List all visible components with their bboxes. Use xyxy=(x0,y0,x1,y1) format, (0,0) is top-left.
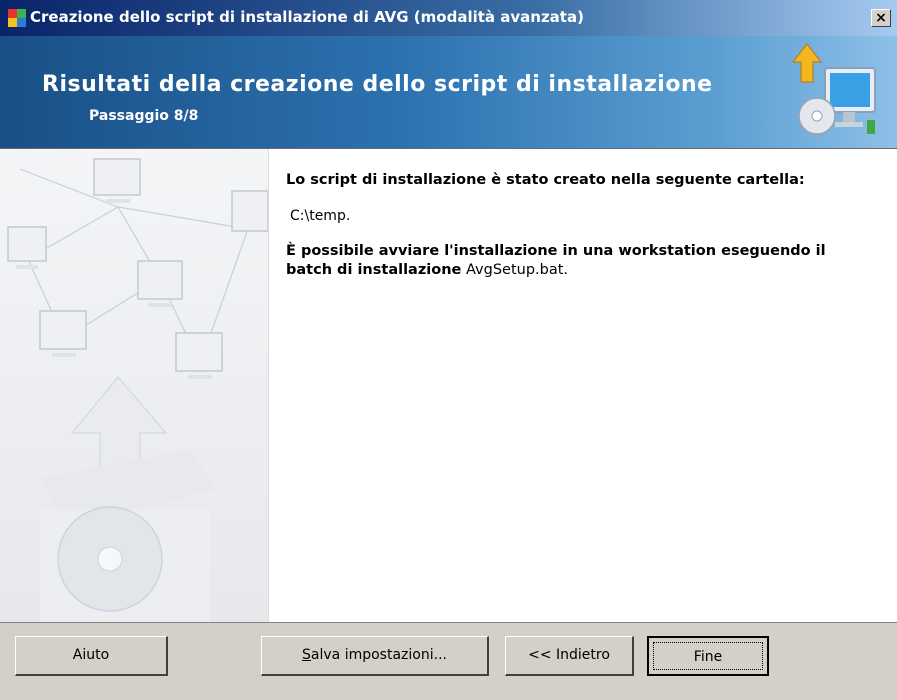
window-title: Creazione dello script di installazione … xyxy=(30,8,584,26)
batch-file-name: AvgSetup.bat. xyxy=(465,262,569,278)
installer-window: Creazione dello script di installazione … xyxy=(0,0,897,699)
network-illustration xyxy=(0,149,268,622)
finish-button[interactable]: Fine xyxy=(647,636,769,676)
folder-path: C:\temp. xyxy=(290,208,351,224)
content-divider xyxy=(268,149,269,622)
content-panel: Lo script di installazione è stato creat… xyxy=(0,149,897,622)
finish-button-label: Fine xyxy=(653,642,763,670)
help-button[interactable]: Aiuto xyxy=(15,636,168,676)
run-instructions: È possibile avviare l'installazione in u… xyxy=(286,242,876,280)
save-settings-label: alva impostazioni... xyxy=(310,647,447,663)
back-button[interactable]: << Indietro xyxy=(505,636,634,676)
close-button[interactable]: × xyxy=(871,9,891,27)
wizard-header: Risultati della creazione dello script d… xyxy=(0,36,897,149)
install-script-icon xyxy=(791,43,876,135)
result-heading: Lo script di installazione è stato creat… xyxy=(286,172,805,188)
title-bar: Creazione dello script di installazione … xyxy=(0,0,897,36)
avg-app-icon xyxy=(8,9,26,27)
result-text: Lo script di installazione è stato creat… xyxy=(286,171,876,280)
button-bar: Aiuto Salva impostazioni... << Indietro … xyxy=(0,622,897,700)
save-settings-button[interactable]: Salva impostazioni... xyxy=(261,636,489,676)
save-settings-accelerator: S xyxy=(302,647,311,663)
step-indicator: Passaggio 8/8 xyxy=(89,108,199,124)
page-title: Risultati della creazione dello script d… xyxy=(42,72,713,97)
